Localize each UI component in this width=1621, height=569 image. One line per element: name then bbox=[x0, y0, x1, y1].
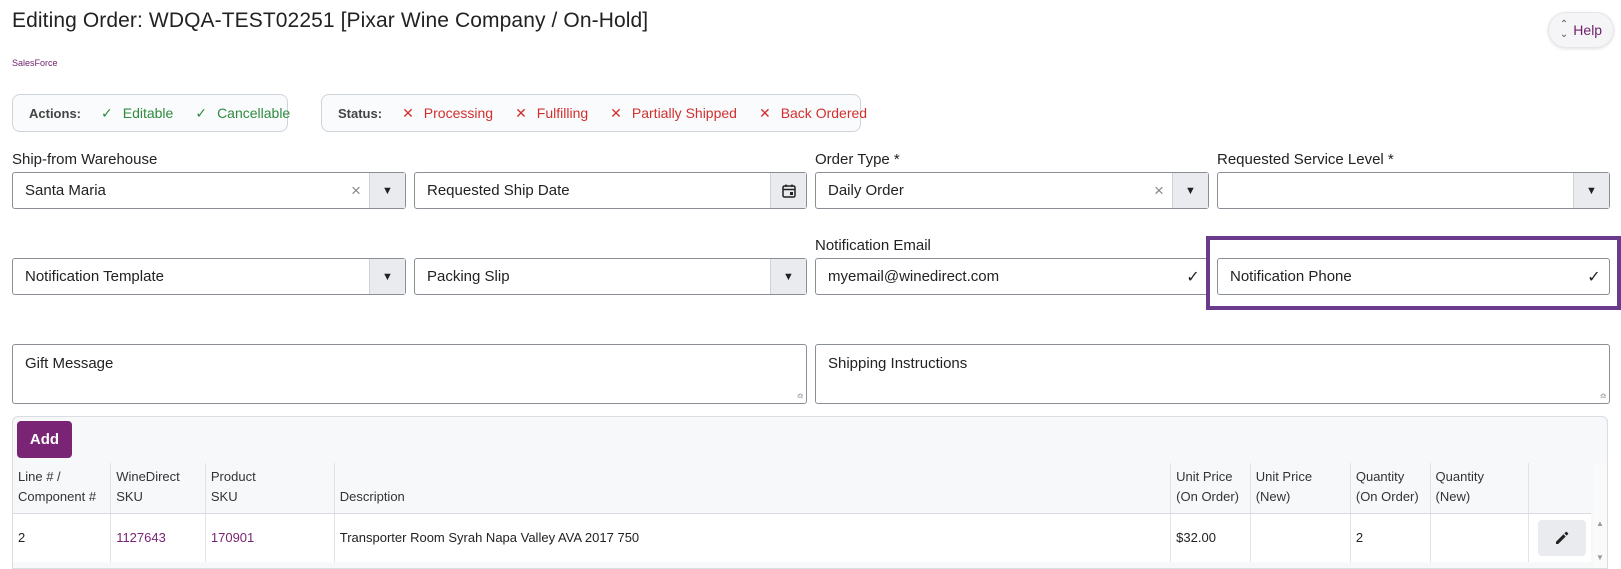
cell-product-sku-link[interactable]: 170901 bbox=[205, 513, 335, 562]
order-type-select[interactable]: Daily Order × ▼ bbox=[815, 172, 1209, 209]
scroll-up-icon[interactable]: ▲ bbox=[1596, 519, 1604, 528]
shipping-instructions-textarea[interactable]: Shipping Instructions ≏ bbox=[815, 344, 1610, 404]
check-icon: ✓ bbox=[101, 104, 113, 121]
gift-message-textarea[interactable]: Gift Message ≏ bbox=[12, 344, 807, 404]
notification-email-value: myemail@winedirect.com bbox=[828, 268, 1000, 285]
column-header-wd-sku[interactable]: WineDirect SKU bbox=[110, 463, 206, 514]
status-tag-label: Fulfilling bbox=[536, 105, 589, 121]
cell-wd-sku-link[interactable]: 1127643 bbox=[110, 513, 206, 562]
actions-label: Actions: bbox=[29, 105, 81, 121]
action-tag-editable: ✓ Editable bbox=[101, 105, 173, 122]
column-header-actions bbox=[1528, 463, 1591, 514]
checkmark-icon: ✓ bbox=[1186, 268, 1200, 286]
packing-slip-placeholder: Packing Slip bbox=[427, 268, 510, 285]
gift-message-placeholder: Gift Message bbox=[25, 355, 114, 372]
column-header-line[interactable]: Line # / Component # bbox=[13, 463, 112, 514]
column-header-unit-price-new[interactable]: Unit Price (New) bbox=[1250, 463, 1351, 514]
requested-ship-date-placeholder: Requested Ship Date bbox=[427, 182, 570, 199]
scroll-down-icon[interactable]: ▼ bbox=[1596, 553, 1604, 562]
packing-slip-select[interactable]: Packing Slip ▼ bbox=[414, 258, 807, 295]
integration-source: SalesForce bbox=[12, 58, 58, 68]
help-button[interactable]: ⌃ ⌄ Help bbox=[1548, 12, 1614, 48]
column-header-quantity-new[interactable]: Quantity (New) bbox=[1430, 463, 1529, 514]
status-tag-processing: ✕ Processing bbox=[402, 105, 493, 122]
status-tag-label: Back Ordered bbox=[780, 105, 868, 121]
status-label: Status: bbox=[338, 105, 383, 121]
caret-down-icon[interactable]: ▼ bbox=[1573, 173, 1609, 208]
order-type-value: Daily Order bbox=[828, 182, 904, 199]
warehouse-label: Ship-from Warehouse bbox=[12, 151, 158, 168]
expand-collapse-icon: ⌃ ⌄ bbox=[1559, 19, 1569, 40]
service-level-select[interactable]: ▼ bbox=[1217, 172, 1610, 209]
notification-phone-input[interactable]: Notification Phone ✓ bbox=[1217, 258, 1610, 295]
column-header-product-sku[interactable]: Product SKU bbox=[205, 463, 335, 514]
notification-email-label: Notification Email bbox=[815, 237, 931, 254]
x-icon: ✕ bbox=[515, 104, 527, 121]
cell-line: 2 bbox=[13, 513, 112, 562]
column-header-description[interactable]: Description bbox=[334, 463, 1172, 514]
checkmark-icon: ✓ bbox=[1587, 268, 1601, 286]
shipping-instructions-placeholder: Shipping Instructions bbox=[828, 355, 968, 372]
action-tag-label: Editable bbox=[122, 105, 174, 121]
caret-down-icon[interactable]: ▼ bbox=[770, 259, 806, 294]
table-header-row: Line # / Component # WineDirect SKU Produc… bbox=[13, 463, 1591, 514]
status-panel: Status: ✕ Processing ✕ Fulfilling ✕ Part… bbox=[321, 94, 867, 132]
pencil-icon bbox=[1555, 531, 1569, 544]
requested-ship-date-input[interactable]: Requested Ship Date bbox=[414, 172, 807, 209]
actions-panel: Actions: ✓ Editable ✓ Cancellable bbox=[12, 94, 290, 132]
cell-description: Transporter Room Syrah Napa Valley AVA 2… bbox=[334, 513, 1172, 562]
caret-down-icon[interactable]: ▼ bbox=[1172, 173, 1208, 208]
table-scrollbar[interactable]: ▲ ▼ bbox=[1593, 463, 1607, 568]
clear-x-icon[interactable]: × bbox=[343, 181, 369, 201]
edit-line-button[interactable] bbox=[1537, 519, 1586, 556]
x-icon: ✕ bbox=[758, 104, 771, 121]
cell-unit-price-on-order: $32.00 bbox=[1170, 513, 1251, 562]
help-button-label: Help bbox=[1573, 22, 1603, 38]
status-tag-back-ordered: ✕ Back Ordered bbox=[759, 105, 867, 122]
status-tag-partially-shipped: ✕ Partially Shipped bbox=[610, 105, 737, 122]
caret-down-icon[interactable]: ▼ bbox=[369, 173, 405, 208]
line-items-panel: Add Line # / Component # WineDirect SKU Pr… bbox=[12, 416, 1608, 569]
column-header-quantity-on-order[interactable]: Quantity (On Order) bbox=[1350, 463, 1431, 514]
notification-template-select[interactable]: Notification Template ▼ bbox=[12, 258, 406, 295]
add-line-button[interactable]: Add bbox=[17, 421, 72, 458]
notification-phone-placeholder: Notification Phone bbox=[1230, 268, 1352, 285]
warehouse-value: Santa Maria bbox=[25, 182, 106, 199]
notification-template-placeholder: Notification Template bbox=[25, 268, 164, 285]
status-tag-fulfilling: ✕ Fulfilling bbox=[515, 105, 588, 122]
resize-grip-icon[interactable]: ≏ bbox=[1599, 391, 1607, 402]
page-title: Editing Order: WDQA-TEST02251 [Pixar Win… bbox=[12, 9, 649, 32]
calendar-icon[interactable] bbox=[770, 173, 806, 208]
x-icon: ✕ bbox=[402, 104, 414, 121]
cell-quantity-on-order: 2 bbox=[1350, 513, 1431, 562]
status-tag-label: Partially Shipped bbox=[631, 105, 737, 121]
cell-actions bbox=[1528, 513, 1591, 562]
cell-quantity-new bbox=[1430, 513, 1529, 562]
order-type-label: Order Type * bbox=[815, 151, 900, 168]
clear-x-icon[interactable]: × bbox=[1146, 181, 1172, 201]
caret-down-icon[interactable]: ▼ bbox=[369, 259, 405, 294]
action-tag-label: Cancellable bbox=[217, 105, 291, 121]
action-tag-cancellable: ✓ Cancellable bbox=[195, 105, 290, 122]
service-level-label: Requested Service Level * bbox=[1217, 151, 1394, 168]
notification-email-input[interactable]: myemail@winedirect.com ✓ bbox=[815, 258, 1209, 295]
status-tag-label: Processing bbox=[423, 105, 494, 121]
column-header-unit-price-on-order[interactable]: Unit Price (On Order) bbox=[1170, 463, 1251, 514]
table-row: 2 1127643 170901 Transporter Room Syrah … bbox=[13, 513, 1591, 562]
resize-grip-icon[interactable]: ≏ bbox=[796, 391, 804, 402]
warehouse-select[interactable]: Santa Maria × ▼ bbox=[12, 172, 406, 209]
line-items-table: Line # / Component # WineDirect SKU Produc… bbox=[13, 463, 1591, 562]
check-icon: ✓ bbox=[195, 104, 208, 121]
x-icon: ✕ bbox=[610, 104, 622, 121]
cell-unit-price-new bbox=[1250, 513, 1351, 562]
